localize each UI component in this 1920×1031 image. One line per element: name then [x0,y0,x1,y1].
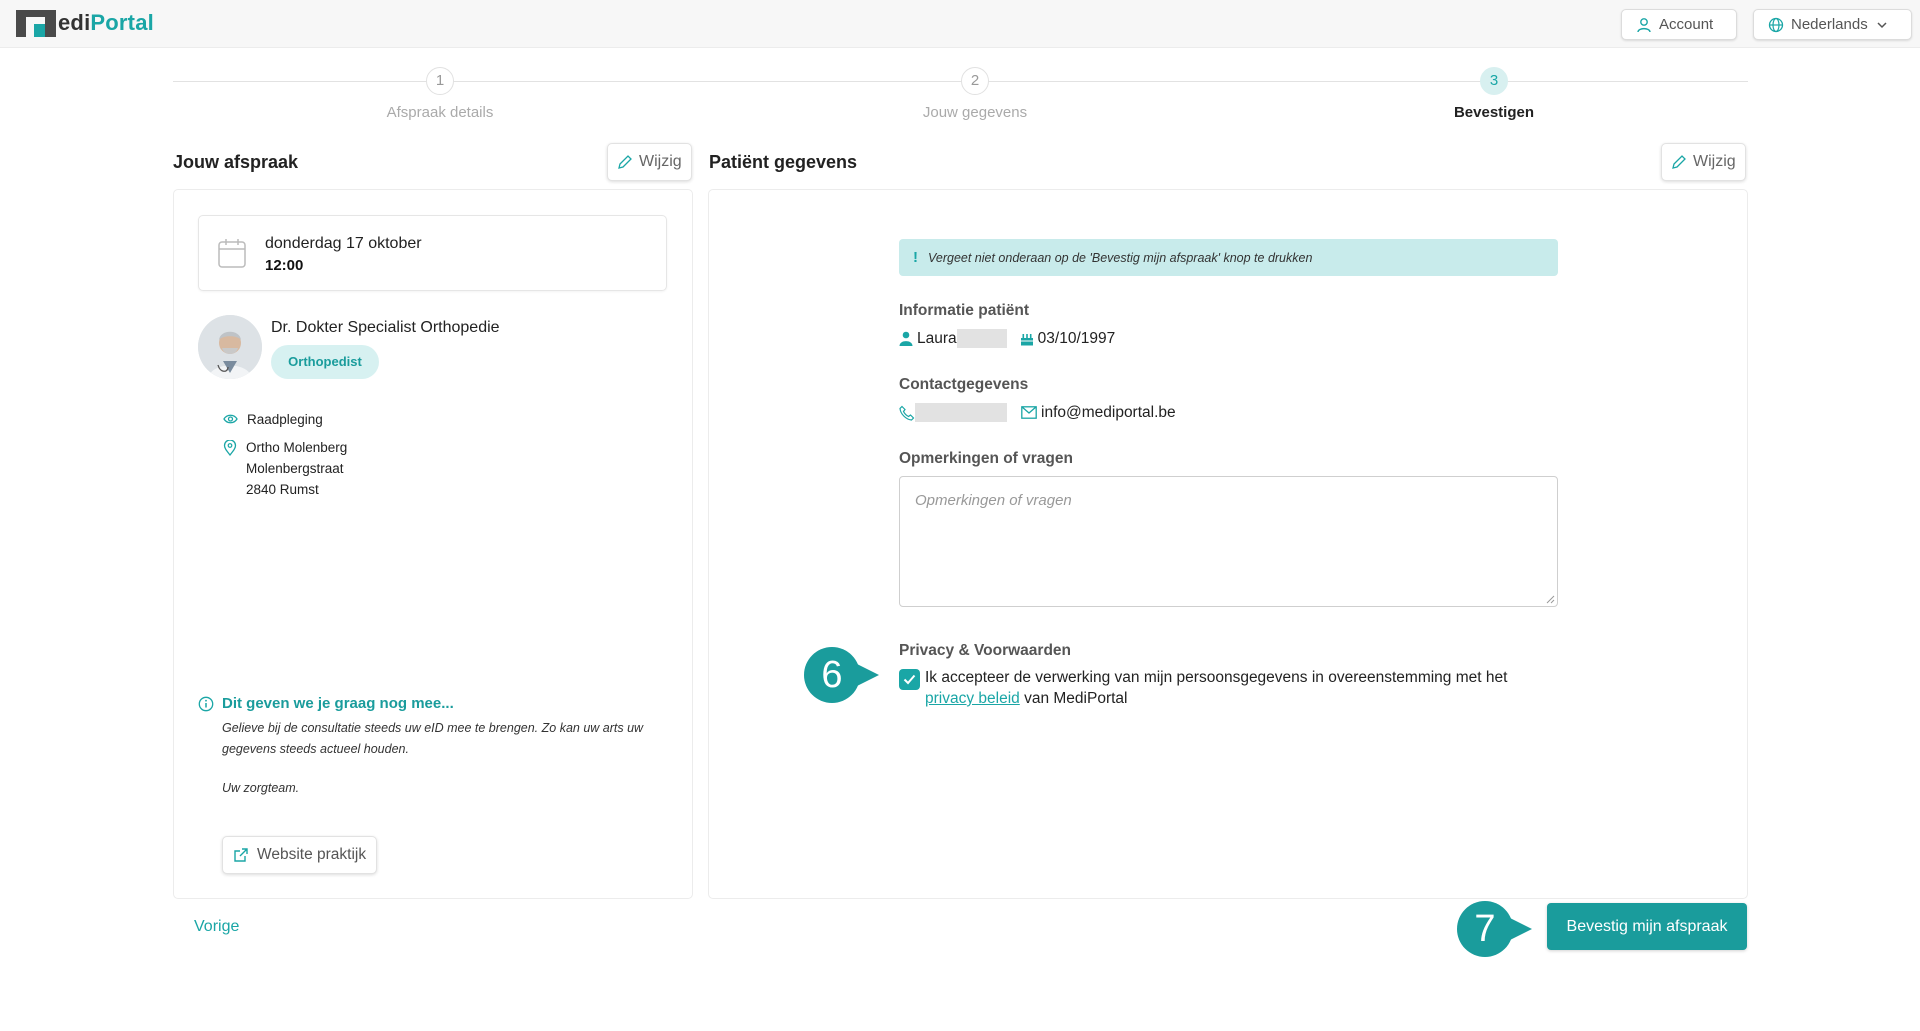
logo-mark-icon [16,9,56,37]
patient-info-row: Laura 03/10/1997 [899,329,1115,348]
top-bar: ediPortal Account Nederlands [0,0,1920,48]
date-box: donderdag 17 oktober 12:00 [198,215,667,291]
globe-icon [1768,17,1784,32]
contact-label: Contactgegevens [899,376,1029,393]
doctor-name: Dr. Dokter Specialist Orthopedie [271,319,500,336]
step-label: Bevestigen [1453,104,1535,121]
patient-title: Patiënt gegevens [709,152,858,172]
alert-text: Vergeet niet onderaan op de 'Bevestig mi… [928,250,1313,265]
user-icon [1637,17,1651,32]
external-link-icon [234,848,248,862]
location-row: Ortho Molenberg Molenbergstraat 2840 Rum… [223,437,347,500]
previous-link[interactable]: Vorige [194,918,239,936]
tip-title: Dit geven we je graag nog mee... [222,695,454,712]
website-label: Website praktijk [257,846,367,863]
tip-signature: Uw zorgteam. [222,781,300,795]
language-select[interactable]: Nederlands [1753,9,1912,40]
tutorial-marker-7: 7 [1457,901,1513,957]
map-pin-icon [223,440,237,456]
edit-label: Wijzig [1693,153,1736,170]
consent-text-2: van MediPortal [1019,690,1128,707]
marker-6-pointer [855,663,879,687]
step-label: Jouw gegevens [922,104,1028,121]
redacted-last-name [956,329,1007,348]
remarks-placeholder: Opmerkingen of vragen [915,492,1072,509]
phone-icon [899,405,915,421]
marker-7-pointer [1508,917,1532,941]
checkmark-icon [903,674,916,685]
step-number: 3 [1480,67,1508,95]
account-label: Account [1659,16,1714,33]
consent-checkbox[interactable] [899,669,920,690]
resize-grip-icon[interactable] [1545,594,1555,604]
appointment-card: donderdag 17 oktober 12:00 Dr. Dokter Sp… [173,189,693,899]
confirm-appointment-button[interactable]: Bevestig mijn afspraak [1547,903,1747,950]
tutorial-marker-6: 6 [804,647,860,703]
eye-icon [223,414,238,424]
logo-text: ediPortal [58,10,154,35]
website-practice-button[interactable]: Website praktijk [222,836,377,874]
tip-text: Gelieve bij de consultatie steeds uw eID… [222,721,644,756]
reminder-alert: ! Vergeet niet onderaan op de 'Bevestig … [899,239,1558,276]
account-button[interactable]: Account [1621,9,1737,40]
patient-birth-date: 03/10/1997 [1037,329,1116,347]
step-afspraak-details: 1 Afspraak details [320,67,560,121]
location-name: Ortho Molenberg [246,440,348,455]
edit-appointment-button[interactable]: Wijzig [607,143,692,181]
doctor-avatar [198,315,262,379]
step-number: 1 [426,67,454,95]
privacy-label: Privacy & Voorwaarden [899,642,1072,659]
user-icon [899,331,913,346]
pencil-icon [1672,155,1686,169]
language-label: Nederlands [1791,16,1868,33]
patient-card: ! Vergeet niet onderaan op de 'Bevestig … [708,189,1748,899]
step-number: 2 [961,67,989,95]
tip-block: Dit geven we je graag nog mee... Gelieve… [198,695,668,795]
consult-type-row: Raadpleging [223,409,323,430]
pencil-icon [618,155,632,169]
consent-text: Ik accepteer de verwerking van mijn pers… [925,667,1507,709]
remarks-label: Opmerkingen of vragen [899,450,1073,467]
step-bevestigen: 3 Bevestigen [1374,67,1614,121]
privacy-policy-link[interactable]: privacy beleid [925,690,1020,707]
patient-email: info@mediportal.be [1041,403,1176,421]
birthday-cake-icon [1020,334,1033,346]
location-city: 2840 Rumst [246,482,319,497]
calendar-icon [218,239,246,268]
consult-type: Raadpleging [247,412,323,427]
edit-label: Wijzig [639,153,682,170]
consent-text-1: Ik accepteer de verwerking van mijn pers… [925,669,1508,686]
edit-patient-button[interactable]: Wijzig [1661,143,1746,181]
step-label: Afspraak details [386,104,494,121]
location-street: Molenbergstraat [246,461,344,476]
appointment-title: Jouw afspraak [173,152,299,172]
specialty-badge: Orthopedist [271,345,379,379]
mail-icon [1021,406,1037,419]
remarks-textarea[interactable]: Opmerkingen of vragen [899,476,1558,607]
step-jouw-gegevens: 2 Jouw gegevens [855,67,1095,121]
chevron-down-icon [1877,21,1887,28]
patient-info-label: Informatie patiënt [899,302,1030,319]
contact-row: info@mediportal.be [899,403,1176,422]
appointment-time: 12:00 [265,257,304,274]
mediportal-logo[interactable]: ediPortal [16,8,154,38]
patient-first-name: Laura [917,329,957,347]
info-icon [198,696,214,711]
appointment-date: donderdag 17 oktober [265,235,422,252]
alert-icon: ! [913,249,918,266]
redacted-phone [915,403,1007,422]
